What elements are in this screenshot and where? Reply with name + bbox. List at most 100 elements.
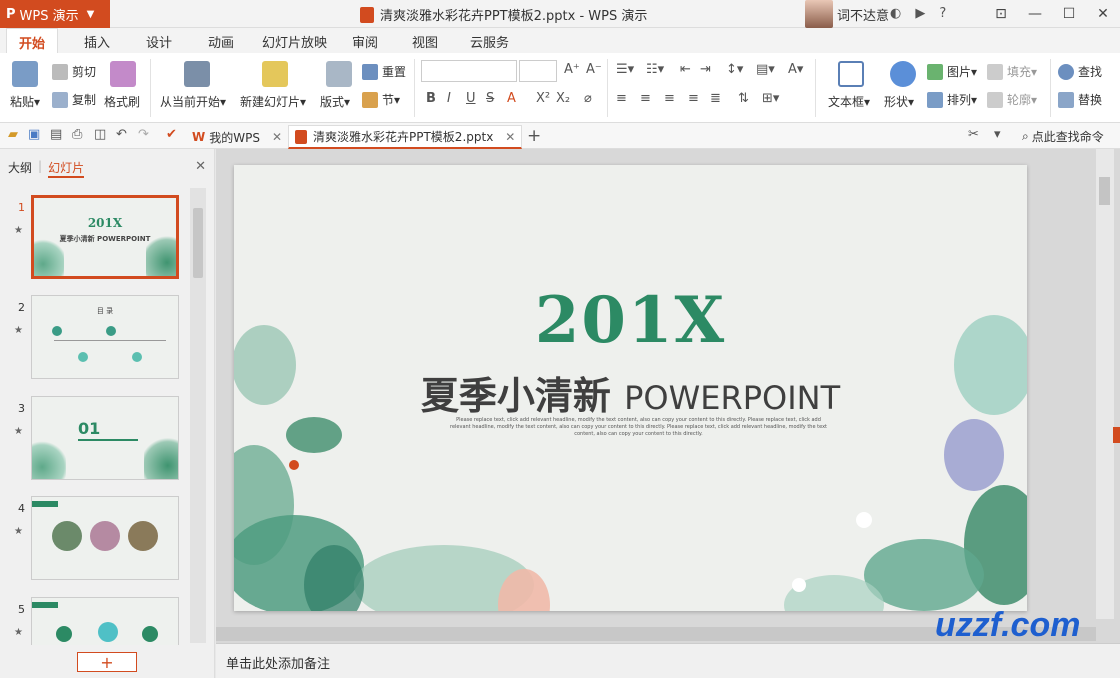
slide-thumbnail-2[interactable]: 目 录: [31, 295, 179, 379]
distribute-icon[interactable]: ≣: [710, 91, 721, 106]
tab-current-document[interactable]: 清爽淡雅水彩花卉PPT模板2.pptx ✕: [288, 125, 523, 149]
bold-button[interactable]: B: [426, 91, 436, 106]
tab-cloud[interactable]: 云服务: [470, 32, 509, 51]
tab-insert[interactable]: 插入: [84, 32, 110, 51]
justify-icon[interactable]: ≡: [688, 91, 699, 106]
timeline-node: [78, 352, 88, 362]
slide-thumbnail-3[interactable]: 01: [31, 396, 179, 480]
bullets-icon[interactable]: ☰▾: [616, 62, 634, 77]
add-slide-button[interactable]: +: [77, 652, 137, 672]
minimize-button[interactable]: —: [1018, 0, 1052, 28]
indent-decrease-icon[interactable]: ⇤: [680, 62, 691, 77]
slide-body-text[interactable]: Please replace text, click add relevant …: [446, 417, 831, 438]
picture-button[interactable]: 图片 ▾: [927, 63, 977, 80]
align-text-icon[interactable]: ⊞▾: [762, 91, 779, 106]
play-from-current-button[interactable]: 从当前开始 ▾: [160, 93, 226, 110]
slide-year[interactable]: 201X: [234, 283, 1027, 358]
fill-button[interactable]: 填充 ▾: [987, 63, 1037, 80]
tab-animation[interactable]: 动画: [208, 32, 234, 51]
arrange-button[interactable]: 排列 ▾: [927, 91, 977, 108]
slide-canvas[interactable]: 201X 夏季小清新 POWERPOINT Please replace tex…: [234, 165, 1027, 611]
slide-title[interactable]: 夏季小清新 POWERPOINT: [234, 365, 1027, 420]
app-menu-button[interactable]: P WPS 演示 ▼: [0, 0, 110, 28]
maximize-button[interactable]: ☐: [1052, 0, 1086, 28]
customize-toolbar-icon[interactable]: ✔: [166, 127, 177, 142]
thumbnail-scrollbar[interactable]: [190, 188, 206, 643]
italic-button[interactable]: I: [447, 91, 451, 106]
columns-icon[interactable]: ▤▾: [756, 62, 775, 77]
copy-icon: [52, 91, 68, 108]
comment-icon[interactable]: ▾: [994, 127, 1001, 142]
section-button[interactable]: 节 ▾: [362, 91, 400, 108]
font-color-button[interactable]: A: [507, 91, 516, 106]
tab-slides[interactable]: 幻灯片: [48, 159, 85, 178]
tab-outline[interactable]: 大纲: [8, 159, 32, 178]
restore-panel-icon[interactable]: ⊡: [984, 0, 1018, 28]
find-button[interactable]: 查找: [1058, 63, 1102, 80]
tab-design[interactable]: 设计: [146, 32, 172, 51]
redo-icon[interactable]: ↷: [138, 127, 149, 142]
slide-thumbnail-5[interactable]: [31, 597, 179, 645]
vertical-align-icon[interactable]: ⇅: [738, 91, 749, 106]
format-brush-button[interactable]: 格式刷: [104, 93, 140, 110]
user-account[interactable]: 词不达意: [805, 0, 889, 28]
skin-icon[interactable]: ◐: [890, 6, 901, 21]
copy-button[interactable]: 复制: [52, 91, 96, 108]
editor-vertical-scrollbar[interactable]: [1096, 149, 1114, 619]
tab-home[interactable]: 开始: [6, 28, 59, 55]
command-search[interactable]: ⌕ 点此查找命令: [1022, 128, 1104, 145]
line-spacing-icon[interactable]: ↕▾: [726, 62, 743, 77]
font-name-select[interactable]: [421, 60, 517, 82]
increase-font-icon[interactable]: A⁺: [564, 62, 580, 77]
save-icon[interactable]: ▣: [28, 127, 40, 142]
cut-button[interactable]: 剪切: [52, 63, 96, 80]
subscript-icon[interactable]: X₂: [556, 91, 570, 106]
undo-icon[interactable]: ↶: [116, 127, 127, 142]
export-pdf-icon[interactable]: ▤: [50, 127, 62, 142]
replace-button[interactable]: 替换: [1058, 91, 1102, 108]
numbering-icon[interactable]: ☷▾: [646, 62, 664, 77]
underline-button[interactable]: U: [466, 91, 476, 106]
open-folder-icon[interactable]: ▰: [8, 127, 18, 142]
scrollbar-thumb[interactable]: [193, 208, 203, 278]
indent-increase-icon[interactable]: ⇥: [700, 62, 711, 77]
layout-button[interactable]: 版式 ▾: [320, 93, 350, 110]
help-icon[interactable]: ?: [939, 6, 946, 21]
reset-button[interactable]: 重置: [362, 63, 406, 80]
tab-mywps[interactable]: W 我的WPS ✕: [186, 125, 288, 149]
textbox-button[interactable]: 文本框 ▾: [828, 93, 870, 110]
decrease-font-icon[interactable]: A⁻: [586, 62, 602, 77]
align-center-icon[interactable]: ≡: [640, 91, 651, 106]
new-slide-button[interactable]: 新建幻灯片 ▾: [240, 93, 306, 110]
print-preview-icon[interactable]: ◫: [94, 127, 106, 142]
panel-toggle-handle[interactable]: [1113, 427, 1120, 443]
slide-thumbnail-1[interactable]: 201X 夏季小清新 POWERPOINT: [31, 195, 179, 279]
new-tab-icon[interactable]: +: [527, 126, 541, 146]
textbox-icon: [838, 61, 864, 87]
tab-view[interactable]: 视图: [412, 32, 438, 51]
clear-format-icon[interactable]: ⌀: [584, 91, 592, 106]
tools-icon[interactable]: ✂: [968, 127, 979, 142]
close-icon[interactable]: ✕: [195, 159, 206, 174]
notes-pane[interactable]: 单击此处添加备注: [216, 643, 1120, 678]
close-button[interactable]: ✕: [1086, 0, 1120, 28]
align-right-icon[interactable]: ≡: [664, 91, 675, 106]
strikethrough-button[interactable]: S: [486, 91, 494, 106]
superscript-icon[interactable]: X²: [536, 91, 550, 106]
font-size-select[interactable]: [519, 60, 557, 82]
print-icon[interactable]: ⎙: [72, 127, 82, 142]
close-icon[interactable]: ✕: [505, 130, 515, 144]
scrollbar-thumb[interactable]: [1099, 177, 1110, 205]
close-icon[interactable]: ✕: [272, 130, 282, 144]
tab-review[interactable]: 审阅: [352, 32, 378, 51]
shape-button[interactable]: 形状 ▾: [884, 93, 914, 110]
slide-thumbnail-4[interactable]: [31, 496, 179, 580]
outline-button[interactable]: 轮廓 ▾: [987, 91, 1037, 108]
paste-button[interactable]: 粘贴 ▾: [10, 93, 40, 110]
tab-slideshow[interactable]: 幻灯片放映: [262, 32, 327, 51]
align-left-icon[interactable]: ≡: [616, 91, 627, 106]
slide-number: 4: [18, 502, 25, 515]
text-direction-icon[interactable]: A▾: [788, 62, 803, 77]
sync-icon[interactable]: ▶: [915, 6, 925, 21]
paste-icon: [12, 61, 38, 87]
